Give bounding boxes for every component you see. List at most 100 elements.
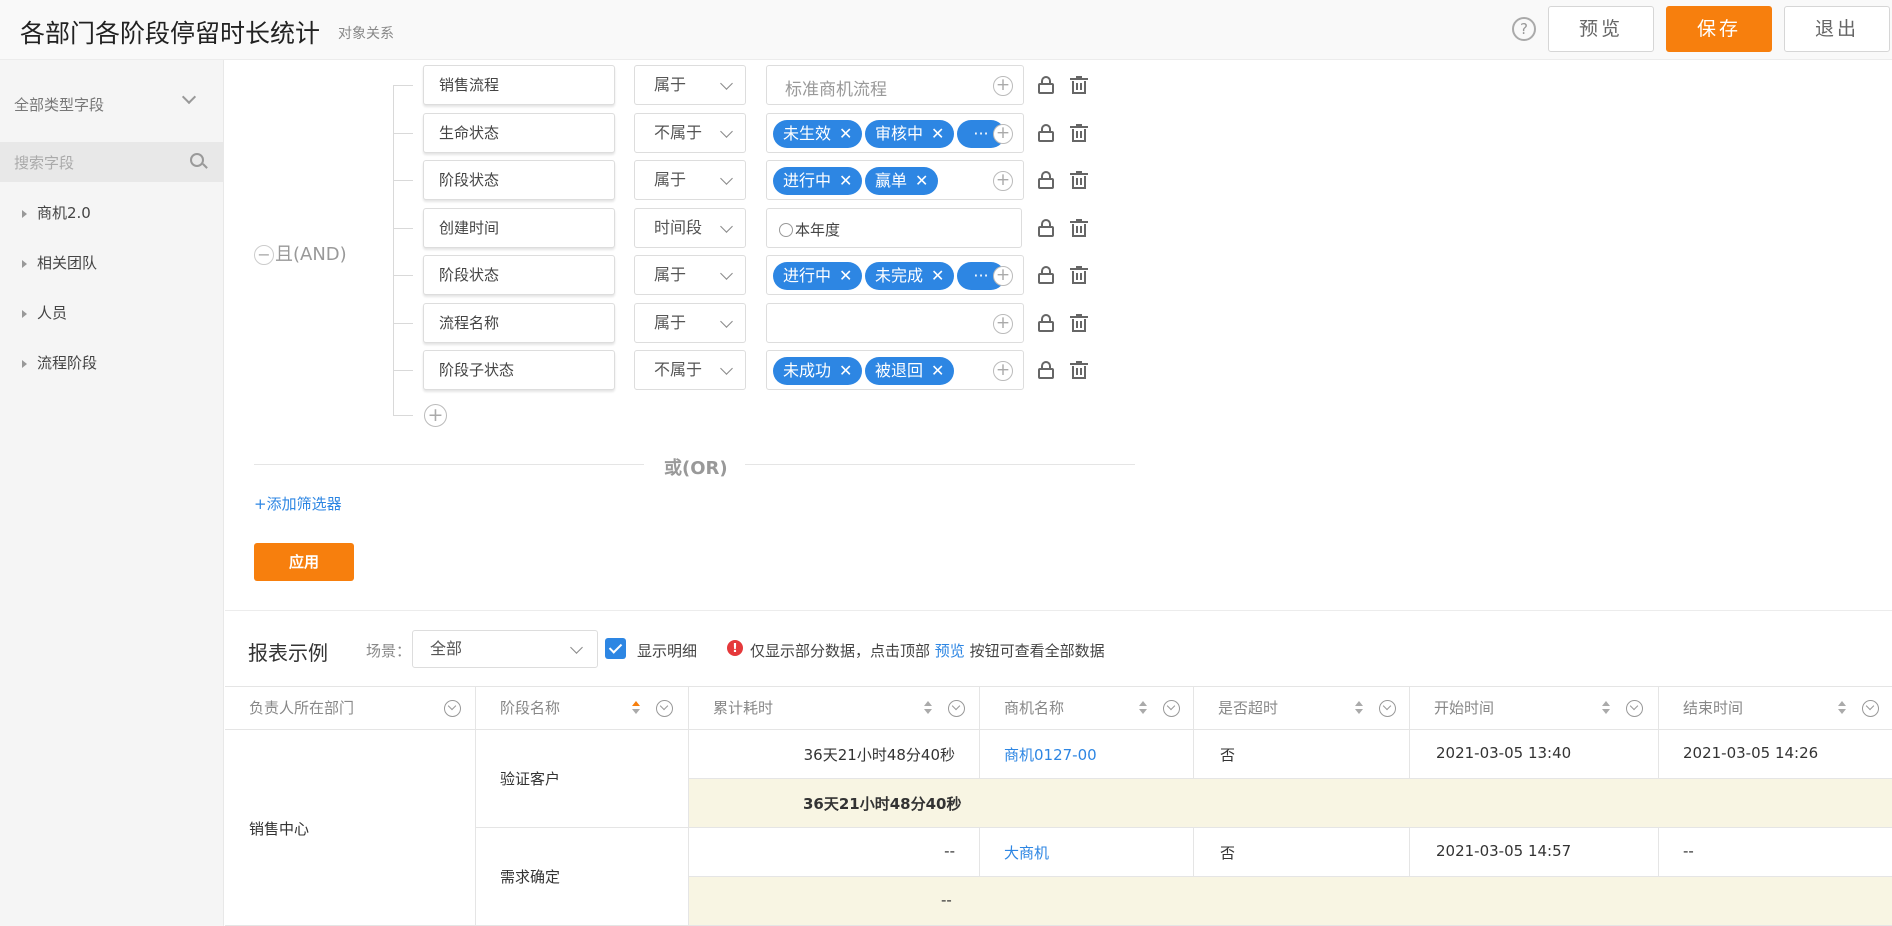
filter-icon[interactable] bbox=[656, 700, 673, 717]
condition-value[interactable]: 未生效 ✕ 审核中 ✕ ··· + bbox=[766, 113, 1024, 153]
value-tag[interactable]: 未生效 ✕ bbox=[773, 120, 863, 148]
remove-tag-icon[interactable]: ✕ bbox=[931, 361, 944, 380]
filter-icon[interactable] bbox=[1862, 700, 1879, 717]
remove-tag-icon[interactable]: ✕ bbox=[839, 361, 852, 380]
remove-tag-icon[interactable]: ✕ bbox=[839, 266, 852, 285]
add-value-icon[interactable]: + bbox=[993, 361, 1013, 381]
save-button[interactable]: 保存 bbox=[1666, 6, 1772, 52]
lock-icon[interactable] bbox=[1038, 76, 1056, 94]
sort-icon[interactable] bbox=[1355, 701, 1363, 715]
value-tag[interactable]: 未成功 ✕ bbox=[773, 357, 863, 385]
condition-operator[interactable]: 不属于 bbox=[634, 113, 746, 153]
remove-tag-icon[interactable]: ✕ bbox=[931, 124, 944, 143]
condition-value[interactable]: 进行中 ✕ 赢单 ✕ + bbox=[766, 160, 1024, 200]
filter-icon[interactable] bbox=[444, 700, 461, 717]
condition-field[interactable]: 生命状态 bbox=[423, 113, 615, 153]
lock-icon[interactable] bbox=[1038, 314, 1056, 332]
value-text: 标准商机流程 bbox=[785, 80, 887, 100]
column-header[interactable]: 负责人所在部门 bbox=[225, 686, 476, 730]
add-value-icon[interactable]: + bbox=[993, 266, 1013, 286]
value-tag[interactable]: 未完成 ✕ bbox=[865, 262, 955, 290]
column-header[interactable]: 结束时间 bbox=[1659, 686, 1892, 730]
show-detail-checkbox[interactable] bbox=[605, 638, 626, 659]
condition-row: 生命状态 不属于 未生效 ✕ 审核中 ✕ ··· + bbox=[0, 113, 1200, 153]
condition-value[interactable]: 标准商机流程 + bbox=[766, 65, 1024, 105]
value-tag[interactable]: 审核中 ✕ bbox=[865, 120, 955, 148]
condition-operator[interactable]: 不属于 bbox=[634, 350, 746, 390]
column-header[interactable]: 商机名称 bbox=[980, 686, 1194, 730]
condition-field[interactable]: 创建时间 bbox=[423, 208, 615, 248]
trash-icon[interactable] bbox=[1070, 314, 1088, 332]
value-tag[interactable]: 被退回 ✕ bbox=[865, 357, 955, 385]
preview-button[interactable]: 预览 bbox=[1548, 6, 1654, 52]
divider bbox=[745, 464, 1135, 465]
value-text: 本年度 bbox=[779, 219, 840, 240]
condition-value[interactable]: 本年度 bbox=[766, 208, 1022, 248]
bracket-tick bbox=[393, 85, 413, 86]
lock-icon[interactable] bbox=[1038, 361, 1056, 379]
remove-tag-icon[interactable]: ✕ bbox=[915, 171, 928, 190]
show-detail-label[interactable]: 显示明细 bbox=[637, 640, 697, 661]
value-tag[interactable]: 进行中 ✕ bbox=[773, 262, 863, 290]
help-icon[interactable]: ? bbox=[1512, 17, 1536, 41]
table-cell-opportunity[interactable]: 商机0127-00 bbox=[980, 730, 1194, 779]
sort-icon[interactable] bbox=[632, 701, 640, 715]
table-cell-opportunity[interactable]: 大商机 bbox=[980, 828, 1194, 877]
lock-icon[interactable] bbox=[1038, 171, 1056, 189]
remove-tag-icon[interactable]: ✕ bbox=[931, 266, 944, 285]
chevron-down-icon bbox=[720, 172, 733, 185]
filter-icon[interactable] bbox=[1626, 700, 1643, 717]
lock-icon[interactable] bbox=[1038, 124, 1056, 142]
condition-field[interactable]: 阶段子状态 bbox=[423, 350, 615, 390]
value-tag[interactable]: 进行中 ✕ bbox=[773, 167, 863, 195]
add-value-icon[interactable]: + bbox=[993, 314, 1013, 334]
filter-icon[interactable] bbox=[1379, 700, 1396, 717]
column-header[interactable]: 开始时间 bbox=[1410, 686, 1659, 730]
apply-button[interactable]: 应用 bbox=[254, 543, 354, 581]
condition-value[interactable]: + bbox=[766, 303, 1024, 343]
value-tag[interactable]: 赢单 ✕ bbox=[865, 167, 939, 195]
exit-button[interactable]: 退出 bbox=[1784, 6, 1890, 52]
condition-operator[interactable]: 属于 bbox=[634, 65, 746, 105]
lock-icon[interactable] bbox=[1038, 219, 1056, 237]
add-value-icon[interactable]: + bbox=[993, 124, 1013, 144]
lock-icon[interactable] bbox=[1038, 266, 1056, 284]
filter-icon[interactable] bbox=[1163, 700, 1180, 717]
add-value-icon[interactable]: + bbox=[993, 171, 1013, 191]
condition-field[interactable]: 流程名称 bbox=[423, 303, 615, 343]
table-cell-overdue: 否 bbox=[1194, 730, 1410, 779]
condition-field[interactable]: 阶段状态 bbox=[423, 160, 615, 200]
trash-icon[interactable] bbox=[1070, 361, 1088, 379]
condition-operator[interactable]: 属于 bbox=[634, 303, 746, 343]
sort-icon[interactable] bbox=[1838, 701, 1846, 715]
column-header[interactable]: 是否超时 bbox=[1194, 686, 1410, 730]
add-value-icon[interactable]: + bbox=[993, 76, 1013, 96]
condition-value[interactable]: 未成功 ✕ 被退回 ✕ + bbox=[766, 350, 1024, 390]
trash-icon[interactable] bbox=[1070, 124, 1088, 142]
add-filter-link[interactable]: +添加筛选器 bbox=[254, 493, 342, 514]
condition-field[interactable]: 阶段状态 bbox=[423, 255, 615, 295]
trash-icon[interactable] bbox=[1070, 266, 1088, 284]
table-cell-duration: 36天21小时48分40秒 bbox=[689, 730, 980, 779]
column-header[interactable]: 阶段名称 bbox=[476, 686, 689, 730]
condition-operator[interactable]: 属于 bbox=[634, 255, 746, 295]
condition-operator[interactable]: 时间段 bbox=[634, 208, 746, 248]
sort-icon[interactable] bbox=[1139, 701, 1147, 715]
filter-icon[interactable] bbox=[948, 700, 965, 717]
sort-icon[interactable] bbox=[1602, 701, 1610, 715]
remove-tag-icon[interactable]: ✕ bbox=[839, 124, 852, 143]
trash-icon[interactable] bbox=[1070, 76, 1088, 94]
sort-icon[interactable] bbox=[924, 701, 932, 715]
table-cell-duration: -- bbox=[689, 828, 980, 877]
preview-link[interactable]: 预览 bbox=[935, 642, 965, 660]
condition-operator[interactable]: 属于 bbox=[634, 160, 746, 200]
condition-value[interactable]: 进行中 ✕ 未完成 ✕ ··· + bbox=[766, 255, 1024, 295]
scene-select[interactable]: 全部 bbox=[412, 630, 598, 668]
add-condition-button[interactable]: + bbox=[424, 404, 447, 427]
column-header[interactable]: 累计耗时 bbox=[689, 686, 980, 730]
report-title: 报表示例 bbox=[248, 641, 328, 665]
trash-icon[interactable] bbox=[1070, 171, 1088, 189]
remove-tag-icon[interactable]: ✕ bbox=[839, 171, 852, 190]
trash-icon[interactable] bbox=[1070, 219, 1088, 237]
condition-field[interactable]: 销售流程 bbox=[423, 65, 615, 105]
